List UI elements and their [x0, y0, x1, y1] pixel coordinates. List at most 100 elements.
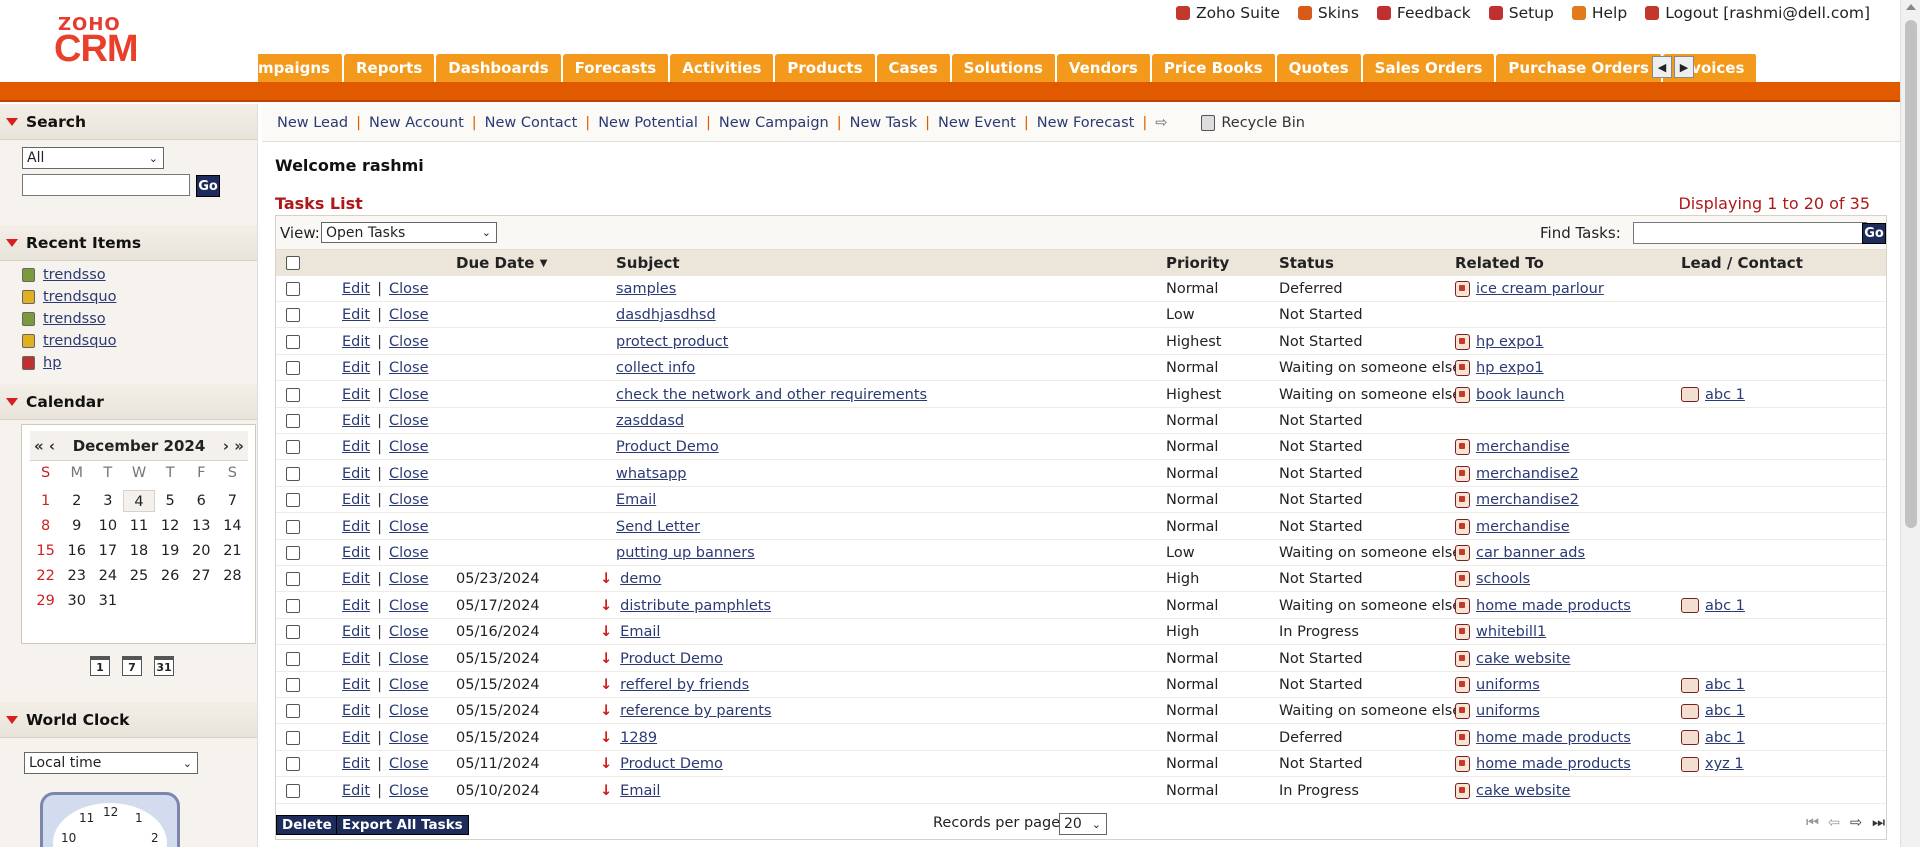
quick-new-lead[interactable]: New Lead — [269, 115, 356, 131]
task-subject-link[interactable]: distribute pamphlets — [620, 598, 771, 614]
related-to-link[interactable]: merchandise2 — [1476, 466, 1579, 482]
edit-link[interactable]: Edit — [342, 413, 370, 429]
prev-page-icon[interactable]: ⇦ — [1828, 815, 1840, 831]
calendar-day[interactable]: 9 — [61, 515, 92, 537]
recent-item[interactable]: trendsso — [22, 267, 106, 283]
task-subject-link[interactable]: Product Demo — [620, 651, 723, 667]
edit-link[interactable]: Edit — [342, 651, 370, 667]
task-subject-link[interactable]: reference by parents — [620, 703, 771, 719]
calendar-day[interactable]: 31 — [92, 590, 123, 612]
task-subject-link[interactable]: Email — [620, 783, 660, 799]
last-page-icon[interactable]: ⏭ — [1872, 815, 1885, 831]
setup-link[interactable]: Setup — [1488, 4, 1554, 22]
calendar-view-31-icon[interactable]: 31 — [154, 656, 174, 676]
close-link[interactable]: Close — [389, 783, 429, 799]
zoho-suite-link[interactable]: Zoho Suite — [1175, 4, 1280, 22]
lead-contact-link[interactable]: xyz 1 — [1705, 756, 1744, 772]
recycle-bin-link[interactable]: Recycle Bin — [1193, 114, 1313, 131]
row-checkbox[interactable] — [286, 704, 300, 719]
edit-link[interactable]: Edit — [342, 307, 370, 323]
related-to-link[interactable]: hp expo1 — [1476, 360, 1544, 376]
related-to-link[interactable]: cake website — [1476, 783, 1570, 799]
calendar-day[interactable]: 13 — [186, 515, 217, 537]
related-to-link[interactable]: uniforms — [1476, 677, 1540, 693]
row-checkbox[interactable] — [286, 466, 300, 481]
calendar-day[interactable]: 24 — [92, 565, 123, 587]
close-link[interactable]: Close — [389, 703, 429, 719]
edit-link[interactable]: Edit — [342, 519, 370, 535]
row-checkbox[interactable] — [286, 757, 300, 772]
close-link[interactable]: Close — [389, 571, 429, 587]
first-page-icon[interactable]: ⏮ — [1806, 815, 1819, 831]
edit-link[interactable]: Edit — [342, 571, 370, 587]
tab-activities[interactable]: Activities — [670, 54, 776, 82]
next-page-icon[interactable]: ⇨ — [1850, 815, 1862, 831]
close-link[interactable]: Close — [389, 439, 429, 455]
task-subject-link[interactable]: collect info — [616, 360, 695, 376]
edit-link[interactable]: Edit — [342, 703, 370, 719]
task-subject-link[interactable]: Send Letter — [616, 519, 700, 535]
related-to-link[interactable]: whitebill1 — [1476, 624, 1546, 640]
calendar-day[interactable]: 23 — [61, 565, 92, 587]
export-all-tasks-button[interactable]: Export All Tasks — [336, 815, 469, 835]
close-link[interactable]: Close — [389, 413, 429, 429]
find-tasks-go-button[interactable]: Go — [1862, 223, 1886, 244]
tab-scroll-right-icon[interactable]: ▶ — [1674, 56, 1694, 78]
task-subject-link[interactable]: protect product — [616, 334, 728, 350]
row-checkbox[interactable] — [286, 414, 300, 428]
related-to-link[interactable]: merchandise — [1476, 519, 1570, 535]
row-checkbox[interactable] — [286, 361, 300, 376]
view-select[interactable]: Open Tasks ⌄ — [321, 222, 497, 243]
row-checkbox[interactable] — [286, 678, 300, 692]
related-to-link[interactable]: merchandise2 — [1476, 492, 1579, 508]
edit-link[interactable]: Edit — [342, 334, 370, 350]
search-section-header[interactable]: Search — [0, 104, 257, 140]
quick-new-task[interactable]: New Task — [842, 115, 926, 131]
edit-link[interactable]: Edit — [342, 624, 370, 640]
edit-link[interactable]: Edit — [342, 730, 370, 746]
quick-new-forecast[interactable]: New Forecast — [1029, 115, 1143, 131]
related-to-link[interactable]: merchandise — [1476, 439, 1570, 455]
more-actions-icon[interactable]: ⇨ — [1147, 115, 1175, 131]
recent-item[interactable]: trendsquo — [22, 333, 116, 349]
row-checkbox[interactable] — [286, 730, 300, 745]
close-link[interactable]: Close — [389, 360, 429, 376]
calendar-day[interactable]: 5 — [155, 490, 186, 512]
task-subject-link[interactable]: 1289 — [620, 730, 657, 746]
tab-dashboards[interactable]: Dashboards — [436, 54, 563, 82]
related-to-link[interactable]: cake website — [1476, 651, 1570, 667]
row-checkbox[interactable] — [286, 387, 300, 402]
calendar-day[interactable]: 14 — [217, 515, 248, 537]
calendar-day[interactable]: 28 — [217, 565, 248, 587]
select-all-checkbox[interactable] — [286, 256, 300, 270]
recent-item[interactable]: trendsquo — [22, 289, 116, 305]
tab-products[interactable]: Products — [775, 54, 877, 82]
recent-item[interactable]: trendsso — [22, 311, 106, 327]
related-to-link[interactable]: home made products — [1476, 598, 1631, 614]
tab-vendors[interactable]: Vendors — [1056, 54, 1152, 82]
calendar-day[interactable]: 3 — [92, 490, 123, 512]
tab-purchase-orders[interactable]: Purchase Orders — [1496, 54, 1663, 82]
calendar-day[interactable]: 22 — [30, 565, 61, 587]
edit-link[interactable]: Edit — [342, 360, 370, 376]
calendar-day[interactable]: 1 — [30, 490, 61, 512]
task-subject-link[interactable]: whatsapp — [616, 466, 686, 482]
close-link[interactable]: Close — [389, 730, 429, 746]
row-checkbox[interactable] — [286, 598, 300, 613]
page-scrollbar[interactable] — [1900, 0, 1920, 847]
edit-link[interactable]: Edit — [342, 281, 370, 297]
related-to-link[interactable]: car banner ads — [1476, 545, 1585, 561]
task-subject-link[interactable]: refferel by friends — [620, 677, 749, 693]
related-to-link[interactable]: book launch — [1476, 387, 1564, 403]
recent-items-header[interactable]: Recent Items — [0, 225, 257, 261]
help-link[interactable]: Help — [1571, 4, 1627, 22]
calendar-day[interactable]: 27 — [186, 565, 217, 587]
task-subject-link[interactable]: demo — [620, 571, 661, 587]
tab-cases[interactable]: Cases — [876, 54, 952, 82]
row-checkbox[interactable] — [286, 440, 300, 455]
row-checkbox[interactable] — [286, 334, 300, 349]
calendar-day[interactable]: 19 — [155, 540, 186, 562]
calendar-next-nav[interactable]: › » — [223, 437, 244, 455]
calendar-day[interactable]: 30 — [61, 590, 92, 612]
calendar-day[interactable]: 17 — [92, 540, 123, 562]
